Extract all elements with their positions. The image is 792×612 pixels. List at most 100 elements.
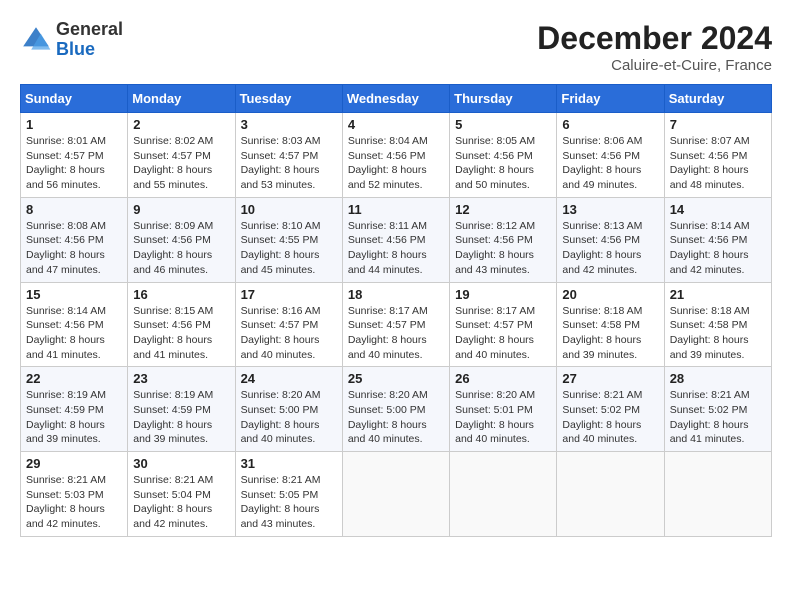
day-info: Sunrise: 8:09 AMSunset: 4:56 PMDaylight:… [133,219,229,278]
calendar-cell [664,452,771,537]
calendar-cell: 29Sunrise: 8:21 AMSunset: 5:03 PMDayligh… [21,452,128,537]
calendar-cell: 5 Sunrise: 8:05 AMSunset: 4:56 PMDaylight… [450,113,557,198]
calendar-cell: 8Sunrise: 8:08 AMSunset: 4:56 PMDaylight… [21,197,128,282]
day-info: Sunrise: 8:19 AMSunset: 4:59 PMDaylight:… [133,388,229,447]
day-number: 25 [348,371,444,386]
day-number: 3 [241,117,337,132]
weekday-header-wednesday: Wednesday [342,85,449,113]
day-info: Sunrise: 8:07 AMSunset: 4:56 PMDaylight:… [670,134,766,193]
calendar-week-row: 22 Sunrise: 8:19 AMSunset: 4:59 PMDayligh… [21,367,772,452]
day-info: Sunrise: 8:21 AMSunset: 5:02 PMDaylight:… [562,388,658,447]
day-info: Sunrise: 8:06 AMSunset: 4:56 PMDaylight:… [562,134,658,193]
calendar-cell: 2 Sunrise: 8:02 AMSunset: 4:57 PMDaylight… [128,113,235,198]
day-info: Sunrise: 8:04 AMSunset: 4:56 PMDaylight:… [348,134,444,193]
calendar-cell: 17 Sunrise: 8:16 AMSunset: 4:57 PMDayligh… [235,282,342,367]
day-info: Sunrise: 8:21 AMSunset: 5:04 PMDaylight:… [133,473,229,532]
day-info: Sunrise: 8:03 AMSunset: 4:57 PMDaylight:… [241,134,337,193]
day-number: 8 [26,202,122,217]
location-text: Caluire-et-Cuire, France [537,57,772,74]
calendar-cell [342,452,449,537]
calendar-cell: 12Sunrise: 8:12 AMSunset: 4:56 PMDayligh… [450,197,557,282]
calendar-cell [450,452,557,537]
day-number: 1 [26,117,122,132]
calendar-cell: 27 Sunrise: 8:21 AMSunset: 5:02 PMDayligh… [557,367,664,452]
day-number: 29 [26,456,122,471]
weekday-header-row: SundayMondayTuesdayWednesdayThursdayFrid… [21,85,772,113]
day-number: 30 [133,456,229,471]
weekday-header-saturday: Saturday [664,85,771,113]
day-info: Sunrise: 8:18 AMSunset: 4:58 PMDaylight:… [562,304,658,363]
title-section: December 2024 Caluire-et-Cuire, France [537,20,772,74]
day-number: 15 [26,287,122,302]
day-info: Sunrise: 8:20 AMSunset: 5:01 PMDaylight:… [455,388,551,447]
day-number: 10 [241,202,337,217]
day-info: Sunrise: 8:01 AMSunset: 4:57 PMDaylight:… [26,134,122,193]
logo-general-text: General [56,20,123,40]
day-info: Sunrise: 8:05 AMSunset: 4:56 PMDaylight:… [455,134,551,193]
day-info: Sunrise: 8:16 AMSunset: 4:57 PMDaylight:… [241,304,337,363]
calendar-cell: 7Sunrise: 8:07 AMSunset: 4:56 PMDaylight… [664,113,771,198]
page-header: General Blue December 2024 Caluire-et-Cu… [20,20,772,74]
calendar-week-row: 1 Sunrise: 8:01 AMSunset: 4:57 PMDaylight… [21,113,772,198]
calendar-table: SundayMondayTuesdayWednesdayThursdayFrid… [20,84,772,537]
day-info: Sunrise: 8:21 AMSunset: 5:02 PMDaylight:… [670,388,766,447]
day-info: Sunrise: 8:10 AMSunset: 4:55 PMDaylight:… [241,219,337,278]
day-number: 24 [241,371,337,386]
calendar-cell: 6 Sunrise: 8:06 AMSunset: 4:56 PMDaylight… [557,113,664,198]
day-info: Sunrise: 8:15 AMSunset: 4:56 PMDaylight:… [133,304,229,363]
day-number: 13 [562,202,658,217]
calendar-cell: 10 Sunrise: 8:10 AMSunset: 4:55 PMDayligh… [235,197,342,282]
weekday-header-sunday: Sunday [21,85,128,113]
day-number: 12 [455,202,551,217]
day-info: Sunrise: 8:02 AMSunset: 4:57 PMDaylight:… [133,134,229,193]
day-info: Sunrise: 8:21 AMSunset: 5:05 PMDaylight:… [241,473,337,532]
day-number: 4 [348,117,444,132]
day-number: 22 [26,371,122,386]
weekday-header-tuesday: Tuesday [235,85,342,113]
day-info: Sunrise: 8:14 AMSunset: 4:56 PMDaylight:… [26,304,122,363]
day-number: 20 [562,287,658,302]
logo-text: General Blue [56,20,123,60]
calendar-cell: 31Sunrise: 8:21 AMSunset: 5:05 PMDayligh… [235,452,342,537]
calendar-cell: 24 Sunrise: 8:20 AMSunset: 5:00 PMDayligh… [235,367,342,452]
calendar-cell: 18 Sunrise: 8:17 AMSunset: 4:57 PMDayligh… [342,282,449,367]
calendar-cell: 11 Sunrise: 8:11 AMSunset: 4:56 PMDayligh… [342,197,449,282]
logo-icon [20,24,52,56]
day-number: 14 [670,202,766,217]
day-info: Sunrise: 8:13 AMSunset: 4:56 PMDaylight:… [562,219,658,278]
weekday-header-friday: Friday [557,85,664,113]
calendar-cell: 3 Sunrise: 8:03 AMSunset: 4:57 PMDaylight… [235,113,342,198]
calendar-week-row: 15 Sunrise: 8:14 AMSunset: 4:56 PMDayligh… [21,282,772,367]
day-info: Sunrise: 8:20 AMSunset: 5:00 PMDaylight:… [241,388,337,447]
calendar-week-row: 29Sunrise: 8:21 AMSunset: 5:03 PMDayligh… [21,452,772,537]
day-info: Sunrise: 8:14 AMSunset: 4:56 PMDaylight:… [670,219,766,278]
day-number: 18 [348,287,444,302]
day-number: 2 [133,117,229,132]
calendar-cell: 1 Sunrise: 8:01 AMSunset: 4:57 PMDaylight… [21,113,128,198]
calendar-cell: 22Sunrise: 8:19 AMSunset: 4:59 PMDayligh… [21,367,128,452]
day-info: Sunrise: 8:17 AMSunset: 4:57 PMDaylight:… [348,304,444,363]
calendar-cell: 20 Sunrise: 8:18 AMSunset: 4:58 PMDayligh… [557,282,664,367]
day-number: 23 [133,371,229,386]
calendar-week-row: 8Sunrise: 8:08 AMSunset: 4:56 PMDaylight… [21,197,772,282]
logo-blue-text: Blue [56,40,123,60]
calendar-cell: 15 Sunrise: 8:14 AMSunset: 4:56 PMDayligh… [21,282,128,367]
day-number: 17 [241,287,337,302]
day-number: 6 [562,117,658,132]
calendar-cell: 30 Sunrise: 8:21 AMSunset: 5:04 PMDayligh… [128,452,235,537]
day-number: 11 [348,202,444,217]
day-info: Sunrise: 8:18 AMSunset: 4:58 PMDaylight:… [670,304,766,363]
weekday-header-thursday: Thursday [450,85,557,113]
calendar-cell: 16 Sunrise: 8:15 AMSunset: 4:56 PMDayligh… [128,282,235,367]
day-info: Sunrise: 8:11 AMSunset: 4:56 PMDaylight:… [348,219,444,278]
day-info: Sunrise: 8:17 AMSunset: 4:57 PMDaylight:… [455,304,551,363]
day-number: 16 [133,287,229,302]
calendar-cell: 25Sunrise: 8:20 AMSunset: 5:00 PMDayligh… [342,367,449,452]
day-number: 5 [455,117,551,132]
calendar-cell: 4 Sunrise: 8:04 AMSunset: 4:56 PMDaylight… [342,113,449,198]
calendar-cell: 13 Sunrise: 8:13 AMSunset: 4:56 PMDayligh… [557,197,664,282]
calendar-cell: 19Sunrise: 8:17 AMSunset: 4:57 PMDayligh… [450,282,557,367]
calendar-cell: 14 Sunrise: 8:14 AMSunset: 4:56 PMDayligh… [664,197,771,282]
day-number: 27 [562,371,658,386]
day-number: 21 [670,287,766,302]
